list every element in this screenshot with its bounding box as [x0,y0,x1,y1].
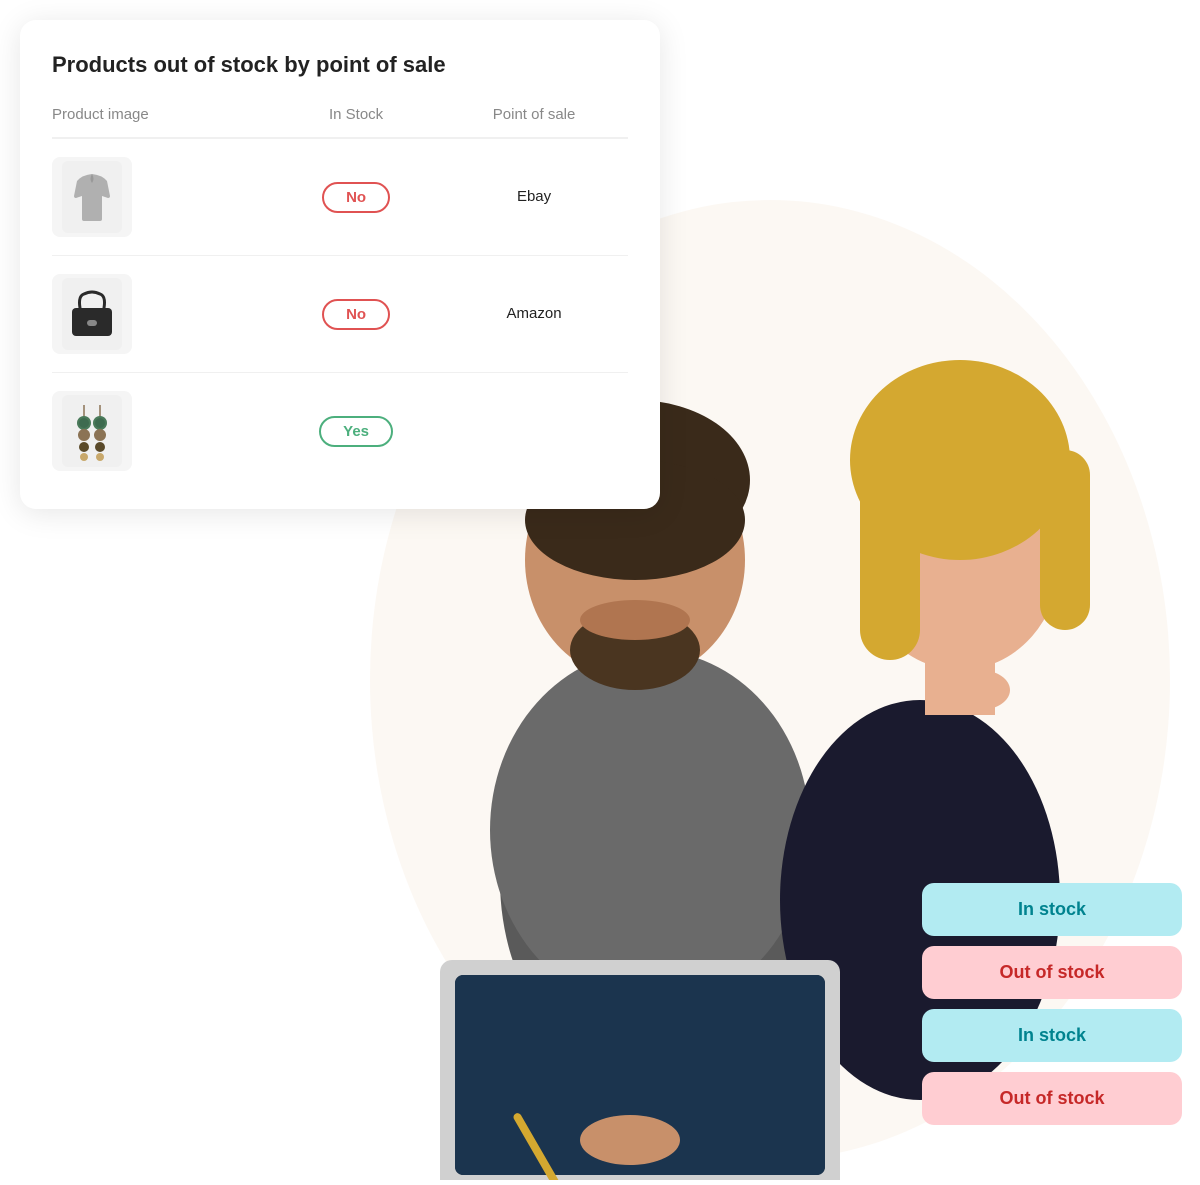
stock-badge-outofstock-2: Out of stock [922,1072,1182,1125]
pos-label-row2: Amazon [507,305,562,322]
stock-badge-instock-2: In stock [922,1009,1182,1062]
stock-badge-row2: No [322,299,390,330]
pos-label-row1: Ebay [517,188,551,205]
table-row: No Amazon [52,256,628,373]
col-header-pos: Point of sale [440,106,628,138]
stock-badge-row1: No [322,182,390,213]
stock-badge-outofstock-1: Out of stock [922,946,1182,999]
product-image-earrings [52,391,132,471]
table-row: No Ebay [52,138,628,256]
products-table: Product image In Stock Point of sale [52,106,628,489]
col-header-instock: In Stock [272,106,440,138]
stock-badge-instock-1: In stock [922,883,1182,936]
stock-badge-row3: Yes [319,416,393,447]
product-image-bag [52,274,132,354]
table-row: Yes [52,373,628,490]
product-image-vest [52,157,132,237]
main-container: Products out of stock by point of sale P… [0,0,1200,1185]
col-header-product: Product image [52,106,272,138]
table-card: Products out of stock by point of sale P… [20,20,660,509]
page-title: Products out of stock by point of sale [52,52,628,78]
stock-badges-container: In stock Out of stock In stock Out of st… [922,883,1182,1125]
